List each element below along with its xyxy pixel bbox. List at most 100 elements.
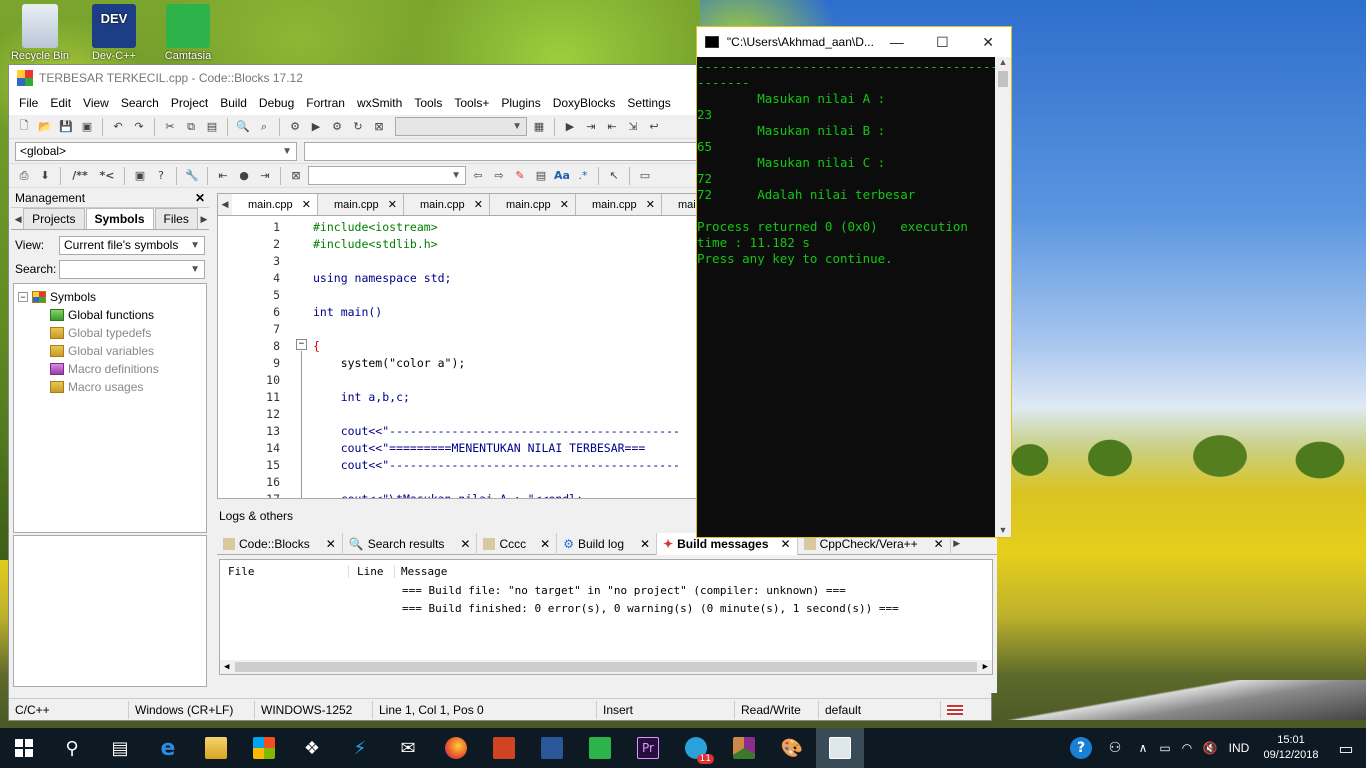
desktop-icon-recycle-bin[interactable]: Recycle Bin — [0, 4, 80, 62]
collapse-icon[interactable]: − — [18, 292, 28, 302]
editor-tab[interactable]: main.cpp ✕ — [490, 194, 576, 215]
code-line[interactable]: system("color a"); — [313, 356, 466, 370]
close-icon[interactable]: ✕ — [560, 198, 569, 211]
bookmark-icon[interactable]: ● — [235, 167, 253, 185]
code-line[interactable]: cout<<"=========MENENTUKAN NILAI TERBESA… — [313, 441, 646, 455]
start-button[interactable] — [0, 728, 48, 768]
codeblocks-taskbar-icon[interactable] — [816, 728, 864, 768]
find-next-icon[interactable]: ⇨ — [490, 167, 508, 185]
print-icon[interactable]: ⎙ — [15, 167, 33, 185]
menu-tools[interactable]: Tools — [408, 96, 448, 110]
tab-scroll-left-icon[interactable]: ◀ — [13, 211, 23, 229]
help-icon[interactable]: ? — [152, 167, 170, 185]
powerpoint-icon[interactable] — [480, 728, 528, 768]
match-case-icon[interactable]: Aa — [553, 167, 571, 185]
scroll-down-icon[interactable]: ▼ — [995, 525, 1011, 535]
editor-tab[interactable]: main.cpp ✕ — [232, 194, 318, 215]
store-icon[interactable] — [240, 728, 288, 768]
close-button[interactable]: ✕ — [965, 34, 1011, 51]
tree-node-global-variables[interactable]: Global variables — [18, 342, 202, 360]
close-icon[interactable]: ✕ — [934, 537, 944, 551]
code-line[interactable]: #include<iostream> — [313, 220, 438, 234]
premiere-icon[interactable]: Pr — [624, 728, 672, 768]
code-line[interactable]: cout<<"---------------------------------… — [313, 424, 680, 438]
tab-scroll-right-icon[interactable]: ▶ — [199, 211, 209, 229]
rebuild-icon[interactable]: ↻ — [349, 118, 367, 136]
run-icon[interactable]: ▶ — [307, 118, 325, 136]
close-icon[interactable]: ✕ — [195, 191, 205, 205]
scroll-right-icon[interactable]: ▶ — [983, 662, 988, 672]
mail-icon[interactable]: ✉ — [384, 728, 432, 768]
menu-plugins[interactable]: Plugins — [495, 96, 546, 110]
build-target-select[interactable]: ▼ — [395, 117, 527, 136]
tab-scroll-left-icon[interactable]: ◀ — [218, 196, 232, 214]
editor-tab[interactable]: main.cpp ✕ — [318, 194, 404, 215]
tab-build-log[interactable]: ⚙ Build log ✕ — [557, 532, 658, 555]
help-icon[interactable]: ? — [1064, 728, 1098, 768]
word-icon[interactable] — [528, 728, 576, 768]
comment-block-icon[interactable]: /** — [67, 167, 93, 185]
language-indicator[interactable]: IND — [1222, 741, 1256, 755]
close-icon[interactable]: ✕ — [474, 198, 483, 211]
code-line[interactable]: cout<<"---------------------------------… — [313, 458, 680, 472]
rectangle-icon[interactable]: ▭ — [636, 167, 654, 185]
tree-node-global-typedefs[interactable]: Global typedefs — [18, 324, 202, 342]
minimize-button[interactable]: — — [874, 34, 920, 50]
task-view-icon[interactable]: ▤ — [96, 728, 144, 768]
tree-node-macro-usages[interactable]: Macro usages — [18, 378, 202, 396]
close-icon[interactable]: ✕ — [540, 537, 550, 551]
menu-file[interactable]: File — [13, 96, 44, 110]
action-center-icon[interactable]: ▭ — [1326, 728, 1366, 768]
menu-debug[interactable]: Debug — [253, 96, 300, 110]
scroll-left-icon[interactable]: ◀ — [224, 662, 229, 672]
target-options-icon[interactable]: ▦ — [530, 118, 548, 136]
horizontal-scrollbar[interactable]: ◀ ▶ — [220, 660, 992, 674]
next-bookmark-icon[interactable]: ⇥ — [256, 167, 274, 185]
regex-icon[interactable]: .* — [574, 167, 592, 185]
jump-icon[interactable]: ⬇ — [36, 167, 54, 185]
console-scrollbar[interactable]: ▲ ▼ — [995, 57, 1011, 537]
visual-studio-code-icon[interactable]: ⚡ — [336, 728, 384, 768]
scroll-thumb[interactable] — [235, 662, 977, 672]
tree-node-global-functions[interactable]: Global functions — [18, 306, 202, 324]
new-file-icon[interactable]: 🗋 — [15, 118, 33, 136]
scope-select[interactable]: <global> ▼ — [15, 141, 297, 161]
scroll-up-icon[interactable]: ▲ — [995, 57, 1011, 67]
build-run-icon[interactable]: ⚙ — [328, 118, 346, 136]
close-icon[interactable]: ✕ — [326, 537, 336, 551]
people-icon[interactable]: ⚇ — [1098, 728, 1132, 768]
console-titlebar[interactable]: "C:\Users\Akhmad_aan\D... — ☐ ✕ — [697, 27, 1011, 57]
build-icon[interactable]: ⚙ — [286, 118, 304, 136]
save-icon[interactable]: 💾 — [57, 118, 75, 136]
close-icon[interactable]: ✕ — [388, 198, 397, 211]
close-icon[interactable]: ✕ — [460, 537, 470, 551]
maximize-button[interactable]: ☐ — [920, 34, 966, 51]
close-icon[interactable]: ✕ — [646, 198, 655, 211]
tab-search-results[interactable]: 🔍 Search results ✕ — [343, 532, 478, 555]
search-icon[interactable]: ⚲ — [48, 728, 96, 768]
battery-icon[interactable]: ▭ — [1154, 728, 1176, 768]
close-icon[interactable]: ✕ — [640, 537, 650, 551]
next-line-icon[interactable]: ⇤ — [603, 118, 621, 136]
view-select[interactable]: Current file's symbols ▼ — [59, 235, 205, 255]
menu-search[interactable]: Search — [115, 96, 165, 110]
code-line[interactable]: { — [313, 339, 320, 353]
clock[interactable]: 15:01 09/12/2018 — [1256, 733, 1326, 763]
code-line[interactable]: cout<<"\tMasukan nilai A : "<<endl; — [313, 492, 583, 498]
volume-mute-icon[interactable]: 🔇 — [1198, 728, 1222, 768]
firefox-icon[interactable] — [432, 728, 480, 768]
tab-cccc[interactable]: Cccc ✕ — [477, 532, 558, 555]
tree-node-macro-definitions[interactable]: Macro definitions — [18, 360, 202, 378]
table-row[interactable]: === Build file: "no target" in "no proje… — [220, 582, 992, 600]
run-to-cursor-icon[interactable]: ⇥ — [582, 118, 600, 136]
paste-icon[interactable]: ▤ — [203, 118, 221, 136]
save-all-icon[interactable]: ▣ — [78, 118, 96, 136]
doxywizard-icon[interactable]: ▣ — [131, 167, 149, 185]
highlight-icon[interactable]: ✎ — [511, 167, 529, 185]
prev-bookmark-icon[interactable]: ⇤ — [214, 167, 232, 185]
chevron-up-icon[interactable]: ∧ — [1132, 728, 1154, 768]
edge-icon[interactable]: e — [144, 728, 192, 768]
undo-icon[interactable]: ↶ — [109, 118, 127, 136]
editor-tab[interactable]: main.cpp ✕ — [404, 194, 490, 215]
wifi-icon[interactable]: ◠ — [1176, 728, 1198, 768]
